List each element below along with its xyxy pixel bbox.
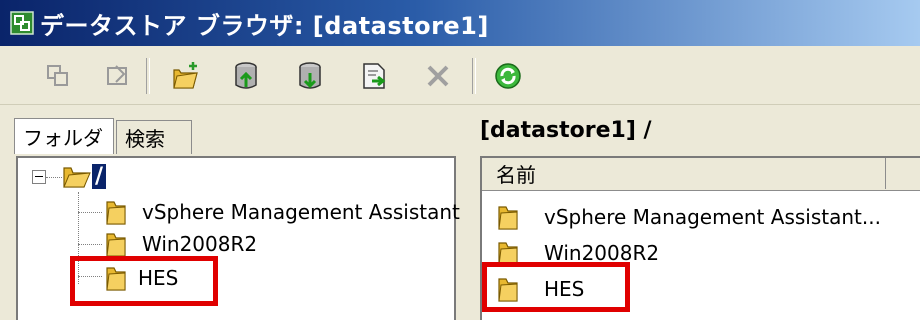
upload-icon (232, 61, 260, 91)
refresh-button[interactable] (488, 56, 528, 96)
toolbar (0, 46, 920, 105)
new-folder-icon (171, 61, 201, 91)
tree-line (78, 212, 102, 213)
new-folder-button[interactable] (166, 56, 206, 96)
tree-item-label: / (92, 163, 107, 189)
folder-icon (104, 198, 128, 226)
tab-label: 検索 (125, 127, 165, 151)
list-header: 名前 (482, 158, 920, 191)
refresh-icon (493, 61, 523, 91)
move-button[interactable] (98, 56, 138, 96)
highlight-box (482, 262, 630, 312)
tree-item[interactable]: vSphere Management Assistant (104, 196, 460, 228)
current-path: [datastore1] / (480, 118, 652, 143)
list-item[interactable]: vSphere Management Assistant... (496, 200, 881, 234)
tree-line (78, 244, 102, 245)
tree-item-label: Win2008R2 (142, 232, 258, 256)
tree-item-root[interactable]: / (62, 160, 107, 192)
download-button[interactable] (290, 56, 330, 96)
highlight-box (70, 256, 218, 306)
move-icon (104, 62, 132, 90)
folder-icon (104, 230, 128, 258)
folder-icon (496, 203, 520, 231)
tree-item-label: vSphere Management Assistant (142, 200, 460, 224)
delete-icon (425, 63, 451, 89)
copy-button[interactable] (38, 56, 78, 96)
open-folder-icon (62, 162, 92, 190)
tab-search[interactable]: 検索 (116, 120, 192, 154)
datastore-browser-icon (10, 11, 34, 35)
column-header-name[interactable]: 名前 (482, 158, 886, 189)
delete-button[interactable] (418, 56, 458, 96)
tab-folder[interactable]: フォルダ (14, 118, 114, 154)
register-icon (360, 61, 388, 91)
window-title: データストア ブラウザ: [datastore1] (40, 11, 489, 40)
tab-label: フォルダ (23, 126, 103, 150)
register-button[interactable] (354, 56, 394, 96)
list-item-label: vSphere Management Assistant... (544, 205, 881, 229)
tree-line (46, 177, 62, 178)
upload-button[interactable] (226, 56, 266, 96)
window-titlebar: データストア ブラウザ: [datastore1] (0, 0, 920, 46)
download-icon (296, 61, 324, 91)
copy-icon (45, 63, 71, 89)
toolbar-separator (146, 58, 150, 94)
collapse-toggle[interactable] (32, 170, 46, 184)
toolbar-separator (472, 58, 476, 94)
